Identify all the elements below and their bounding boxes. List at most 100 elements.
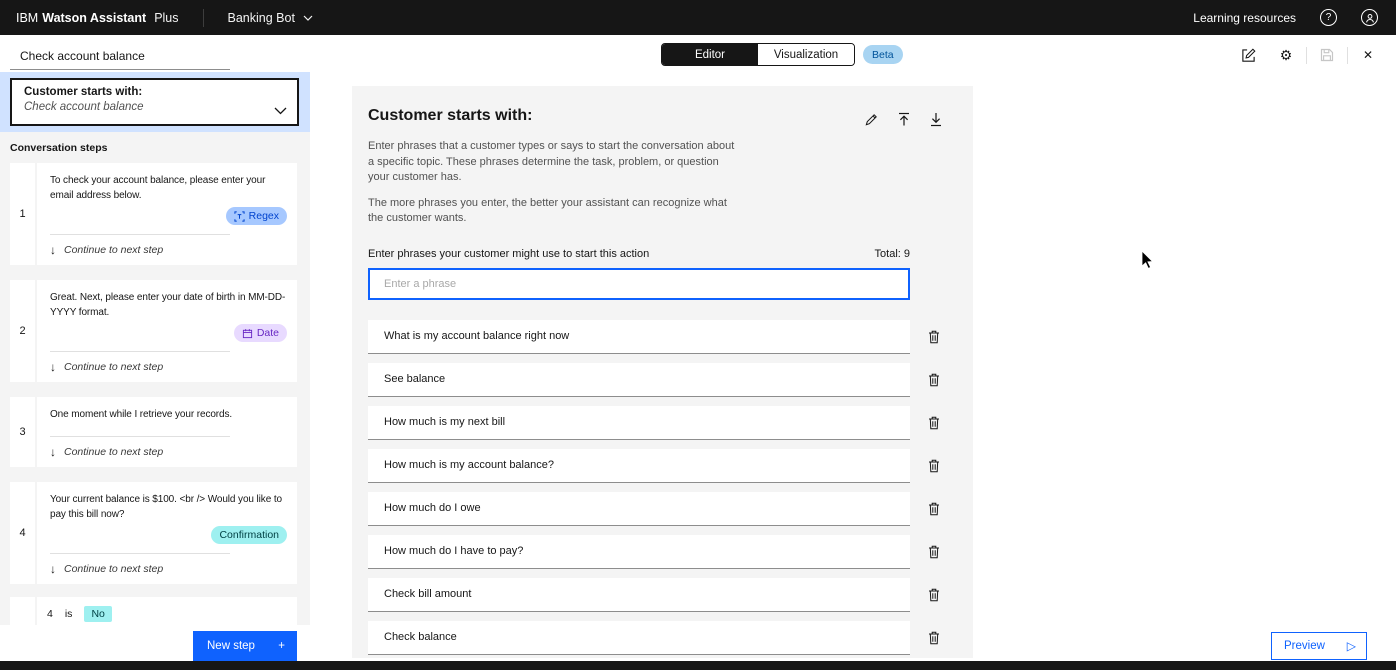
- continue-label: Continue to next step: [64, 361, 163, 373]
- phrase-row: [368, 406, 957, 440]
- delete-phrase-button[interactable]: [926, 629, 942, 647]
- phrase-field[interactable]: [368, 449, 910, 483]
- phrase-field[interactable]: [368, 492, 910, 526]
- continue-row: ↓ Continue to next step: [50, 243, 287, 257]
- close-icon[interactable]: ✕: [1354, 49, 1382, 61]
- down-arrow-icon: ↓: [50, 445, 56, 459]
- step-card-4[interactable]: 4 Your current balance is $100. <br /> W…: [10, 482, 297, 584]
- preview-button[interactable]: Preview ▷: [1271, 632, 1367, 660]
- edit-pencil-icon[interactable]: [864, 112, 879, 132]
- gear-icon[interactable]: ⚙: [1272, 48, 1300, 62]
- step-card-2[interactable]: 2 Great. Next, please enter your date of…: [10, 280, 297, 382]
- phrase-row: [368, 492, 957, 526]
- step-text: Great. Next, please enter your date of b…: [50, 290, 287, 320]
- topbar-right: Learning resources ?: [1193, 9, 1378, 26]
- continue-label: Continue to next step: [64, 244, 163, 256]
- badge-row: Date: [50, 324, 287, 342]
- step-number-empty: [10, 597, 35, 625]
- step-body: To check your account balance, please en…: [37, 163, 297, 265]
- trash-icon: [928, 373, 940, 387]
- steps-header: Conversation steps: [0, 132, 310, 154]
- bottom-bar: [0, 661, 1396, 670]
- upload-icon[interactable]: [897, 112, 911, 132]
- delete-phrase-button[interactable]: [926, 457, 942, 475]
- download-icon[interactable]: [929, 112, 943, 132]
- phrase-row: [368, 535, 957, 569]
- step-number: 2: [10, 280, 35, 382]
- delete-phrase-button[interactable]: [926, 500, 942, 518]
- phrase-row: [368, 449, 957, 483]
- chevron-down-icon: [303, 15, 313, 21]
- close-glyph: ✕: [1363, 49, 1373, 61]
- new-phrase-input[interactable]: [368, 268, 910, 300]
- phrase-field[interactable]: [368, 320, 910, 354]
- step-divider: [50, 351, 230, 352]
- step-number: 1: [10, 163, 35, 265]
- phrase-row-clipped: [368, 621, 957, 655]
- icon-divider: [1306, 47, 1307, 64]
- step-card-1[interactable]: 1 To check your account balance, please …: [10, 163, 297, 265]
- badge-row: Regex: [50, 207, 287, 225]
- step-body: Great. Next, please enter your date of b…: [37, 280, 297, 382]
- tab-editor[interactable]: Editor: [662, 44, 758, 65]
- phrase-field[interactable]: [368, 535, 910, 569]
- trash-icon: [928, 459, 940, 473]
- save-icon[interactable]: [1313, 48, 1341, 62]
- mouse-cursor: [1141, 250, 1155, 270]
- trash-icon: [928, 631, 940, 645]
- badge-label: Date: [257, 327, 279, 339]
- action-title-wrap: [0, 35, 310, 70]
- step-body: Your current balance is $100. <br /> Wou…: [37, 482, 297, 584]
- header-action-icons: ⚙ ✕: [1234, 45, 1382, 65]
- sidebar-footer: New step +: [0, 625, 310, 661]
- brand-plan: Plus: [154, 11, 178, 25]
- phrases-label-row: Enter phrases your customer might use to…: [368, 248, 910, 260]
- panel-description-2: The more phrases you enter, the better y…: [368, 196, 736, 227]
- phrase-field[interactable]: [368, 363, 910, 397]
- phrase-field[interactable]: [368, 621, 910, 655]
- phrase-field[interactable]: [368, 578, 910, 612]
- customer-starts-card[interactable]: Customer starts with: Check account bala…: [10, 78, 299, 126]
- sidebar: Customer starts with: Check account bala…: [0, 35, 310, 661]
- continue-label: Continue to next step: [64, 563, 163, 575]
- top-bar: IBM Watson Assistant Plus Banking Bot Le…: [0, 0, 1396, 35]
- icon-divider: [1347, 47, 1348, 64]
- edit-icon[interactable]: [1234, 48, 1262, 63]
- customer-starts-panel: Customer starts with: Enter phrases that…: [352, 86, 973, 658]
- condition-value-chip: No: [84, 606, 111, 622]
- panel-icons: [864, 112, 943, 132]
- user-avatar-icon[interactable]: [1361, 9, 1378, 26]
- trash-icon: [928, 502, 940, 516]
- phrases-total: Total: 9: [875, 248, 910, 260]
- brand-product: Watson Assistant: [42, 11, 146, 25]
- condition-step-card[interactable]: 4 is No: [10, 597, 297, 625]
- watson-assistant-app: IBM Watson Assistant Plus Banking Bot Le…: [0, 0, 1396, 670]
- step-divider: [50, 234, 230, 235]
- tab-visualization[interactable]: Visualization: [758, 44, 854, 65]
- delete-phrase-button[interactable]: [926, 328, 942, 346]
- delete-phrase-button[interactable]: [926, 543, 942, 561]
- brand-ibm: IBM: [16, 11, 38, 25]
- trash-icon: [928, 416, 940, 430]
- step-text: Your current balance is $100. <br /> Wou…: [50, 492, 287, 522]
- step-card-3[interactable]: 3 One moment while I retrieve your recor…: [10, 397, 297, 467]
- preview-label: Preview: [1284, 640, 1325, 652]
- delete-phrase-button[interactable]: [926, 371, 942, 389]
- new-step-label: New step: [207, 640, 255, 652]
- down-arrow-icon: ↓: [50, 360, 56, 374]
- bot-selector-dropdown[interactable]: Banking Bot: [228, 11, 313, 25]
- phrase-field[interactable]: [368, 406, 910, 440]
- play-icon: ▷: [1347, 639, 1356, 653]
- delete-phrase-button[interactable]: [926, 414, 942, 432]
- view-tabs: Editor Visualization: [661, 43, 855, 66]
- step-text: To check your account balance, please en…: [50, 173, 287, 203]
- action-title-input[interactable]: [10, 45, 230, 70]
- new-step-button[interactable]: New step +: [193, 631, 297, 661]
- help-icon[interactable]: ?: [1320, 9, 1337, 26]
- chevron-down-icon[interactable]: [274, 102, 287, 120]
- trash-icon: [928, 545, 940, 559]
- step-number: 4: [10, 482, 35, 584]
- learning-resources-link[interactable]: Learning resources: [1193, 11, 1296, 25]
- starts-card-label: Customer starts with:: [24, 86, 285, 98]
- delete-phrase-button[interactable]: [926, 586, 942, 604]
